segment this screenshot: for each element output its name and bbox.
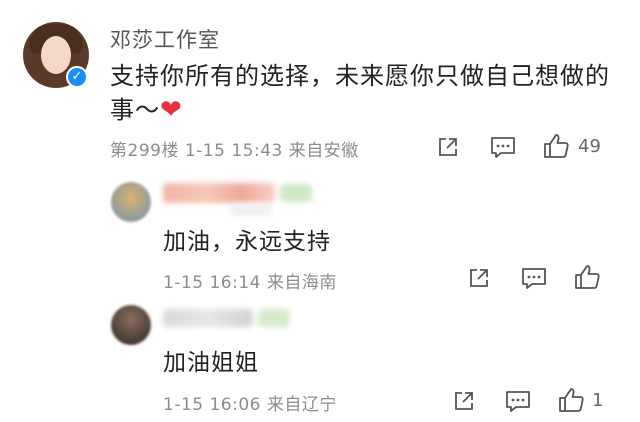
like-icon[interactable] <box>542 132 570 160</box>
like-icon[interactable] <box>573 263 601 291</box>
share-icon[interactable] <box>467 266 491 290</box>
comment-location: 来自安徽 <box>288 141 359 161</box>
comment-icon[interactable] <box>521 266 547 290</box>
reply-like-count: 1 <box>592 390 604 411</box>
comment-text: 支持你所有的选择，未来愿你只做自己想做的 事～❤ <box>110 59 620 127</box>
share-icon[interactable] <box>436 135 460 159</box>
reply-text: 加油姐姐 <box>163 350 259 376</box>
comment-icon[interactable] <box>490 135 516 159</box>
comment-text-line1: 支持你所有的选择，未来愿你只做自己想做的 <box>110 62 610 90</box>
comment-text-line2: 事～ <box>110 96 160 124</box>
reply-avatar[interactable] <box>111 182 151 222</box>
comment-meta: 第299楼 1-15 15:43 来自安徽 <box>110 136 359 161</box>
reply-author-name-blurred[interactable] <box>163 183 275 203</box>
comment-icon[interactable] <box>505 389 531 413</box>
verified-badge-icon: ✓ <box>66 66 88 88</box>
comment-author-name[interactable]: 邓莎工作室 <box>110 24 220 54</box>
like-count: 49 <box>578 136 601 157</box>
reply-datetime: 1-15 16:06 <box>163 395 261 415</box>
reply-avatar[interactable] <box>111 305 151 345</box>
floor-number: 第299楼 <box>110 141 179 161</box>
reply-author-name-blurred[interactable] <box>163 309 253 327</box>
reply-author-badge-blurred <box>258 309 290 327</box>
reply-author-badge-blurred <box>280 184 312 202</box>
reply-subline-blurred <box>230 204 272 216</box>
share-icon[interactable] <box>452 389 476 413</box>
like-icon[interactable] <box>557 386 585 414</box>
reply-location: 来自海南 <box>266 273 337 293</box>
heart-emoji: ❤ <box>160 95 183 125</box>
reply-meta: 1-15 16:14 来自海南 <box>163 268 337 293</box>
reply-location: 来自辽宁 <box>266 395 337 415</box>
reply-datetime: 1-15 16:14 <box>163 273 261 293</box>
comment-datetime: 1-15 15:43 <box>184 141 283 161</box>
reply-meta: 1-15 16:06 来自辽宁 <box>163 390 337 415</box>
reply-text: 加油，永远支持 <box>163 229 331 255</box>
